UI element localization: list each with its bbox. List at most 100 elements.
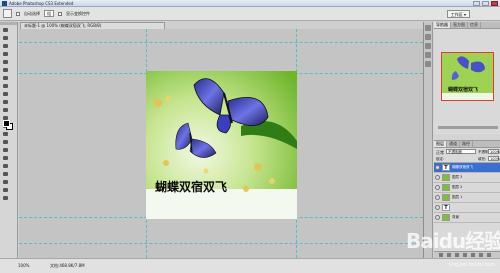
move-tool-icon[interactable]	[1, 26, 9, 33]
text-layer-thumbnail-icon: T	[442, 164, 450, 171]
options-bar: 自动选择 组 显示变换控件 工作区 ▾	[0, 7, 500, 21]
clone-stamp-tool-icon[interactable]	[1, 90, 9, 97]
layer-row[interactable]: 图层 3	[434, 173, 500, 183]
watermark-url: jingyan.baidu.com	[449, 262, 496, 268]
tab-histogram[interactable]: 直方图	[451, 22, 468, 28]
zoom-tool-icon[interactable]	[1, 194, 9, 201]
navigator-tabs: 导航器 直方图 信息	[434, 22, 500, 29]
document-canvas[interactable]: 蝴蝶双宿双飞	[146, 71, 297, 219]
photoshop-logo-icon	[2, 1, 7, 6]
status-bar: 100% 文档:468.8K/7.8M	[0, 258, 500, 273]
lasso-tool-icon[interactable]	[1, 42, 9, 49]
clone-source-panel-icon[interactable]	[425, 61, 431, 67]
guide-line	[19, 243, 423, 244]
layer-row[interactable]: 图层 1	[434, 193, 500, 203]
maximize-icon[interactable]	[482, 1, 489, 6]
visibility-eye-icon[interactable]	[435, 205, 440, 210]
layer-row[interactable]: 背景	[434, 213, 500, 223]
tools-panel	[0, 22, 18, 258]
fill-label: 填充:	[478, 157, 487, 161]
navigator-panel: 导航器 直方图 信息 蝴蝶双宿双飞	[434, 22, 500, 134]
dodge-tool-icon[interactable]	[1, 130, 9, 137]
marquee-tool-icon[interactable]	[1, 34, 9, 41]
document-tab[interactable]: 未标题-1 @ 100% (蝴蝶双宿双飞, RGB/8)	[20, 22, 165, 29]
visibility-eye-icon[interactable]	[435, 165, 440, 170]
blend-mode-label: 正常	[436, 150, 444, 155]
hand-tool-icon[interactable]	[1, 186, 9, 193]
brushes-panel-icon[interactable]	[425, 43, 431, 49]
magic-wand-tool-icon[interactable]	[1, 50, 9, 57]
layer-row[interactable]: 图层 2	[434, 183, 500, 193]
layer-thumbnail	[442, 184, 450, 191]
visibility-eye-icon[interactable]	[435, 175, 440, 180]
eyedropper-tool-icon[interactable]	[1, 178, 9, 185]
right-panel-dock: 导航器 直方图 信息 蝴蝶双宿双飞 图层 通道 路径 正常 不透明度 不透明度:	[423, 22, 500, 258]
fill-field[interactable]: 100%	[488, 156, 500, 161]
layer-name: 图层 3	[452, 175, 463, 179]
notes-tool-icon[interactable]	[1, 170, 9, 177]
close-icon[interactable]	[491, 1, 498, 6]
app-title: Adobe Photoshop CS3 Extended	[9, 1, 74, 6]
blend-mode-select[interactable]: 不透明度	[446, 149, 476, 154]
tab-layers[interactable]: 图层	[434, 141, 447, 147]
collapsed-panel-dock	[424, 22, 433, 258]
navigator-thumbnail	[442, 53, 493, 100]
tab-info[interactable]: 信息	[468, 22, 481, 28]
watermark-logo: Baidu经验	[406, 229, 500, 253]
visibility-eye-icon[interactable]	[435, 215, 440, 220]
visibility-eye-icon[interactable]	[435, 185, 440, 190]
workspace-menu-button[interactable]: 工作区 ▾	[446, 9, 470, 18]
visibility-eye-icon[interactable]	[435, 195, 440, 200]
text-layer-thumbnail-icon: T	[442, 204, 450, 211]
layer-name: 图层 2	[452, 185, 463, 189]
navigator-preview[interactable]: 蝴蝶双宿双飞	[441, 52, 494, 101]
type-tool-icon[interactable]	[1, 146, 9, 153]
artwork-caption-text: 蝴蝶双宿双飞	[155, 180, 228, 194]
foreground-color-swatch[interactable]	[3, 120, 10, 127]
navigator-zoom-slider[interactable]	[438, 126, 498, 129]
history-panel-icon[interactable]	[425, 25, 431, 31]
tab-navigator[interactable]: 导航器	[434, 22, 451, 28]
show-transform-checkbox[interactable]	[58, 11, 62, 16]
layer-thumbnail	[442, 214, 450, 221]
tab-paths[interactable]: 路径	[460, 141, 473, 147]
layer-thumbnail	[442, 174, 450, 181]
auto-select-checkbox[interactable]	[16, 11, 20, 16]
layer-thumbnail	[442, 194, 450, 201]
auto-select-target-select[interactable]: 组	[44, 10, 54, 17]
show-transform-label: 显示变换控件	[66, 10, 90, 16]
auto-select-label: 自动选择	[24, 10, 40, 16]
opacity-field[interactable]: 100%	[488, 149, 500, 154]
layer-row[interactable]: T 蝴蝶双宿双飞	[434, 163, 500, 173]
actions-panel-icon[interactable]	[425, 34, 431, 40]
layers-tabs: 图层 通道 路径	[434, 141, 500, 148]
document-size: 文档:468.8K/7.8M	[50, 263, 85, 268]
tool-presets-panel-icon[interactable]	[425, 52, 431, 58]
window-controls	[473, 1, 498, 6]
artwork-image	[146, 71, 297, 219]
brush-tool-icon[interactable]	[1, 82, 9, 89]
move-tool-preset-icon[interactable]	[3, 9, 12, 18]
lock-label: 锁定:	[436, 157, 445, 161]
layer-name: 蝴蝶双宿双飞	[452, 165, 473, 169]
tab-channels[interactable]: 通道	[447, 141, 460, 147]
eraser-tool-icon[interactable]	[1, 106, 9, 113]
title-bar: Adobe Photoshop CS3 Extended	[0, 0, 500, 7]
layer-name: 背景	[452, 215, 459, 219]
menu-bar: Adobe Photoshop CS3 Extended	[9, 0, 73, 7]
guide-line	[19, 42, 423, 43]
path-selection-tool-icon[interactable]	[1, 154, 9, 161]
layer-row[interactable]: T	[434, 203, 500, 213]
layer-options: 正常 不透明度 不透明度: 100% 锁定: 填充: 100%	[434, 148, 500, 163]
pen-tool-icon[interactable]	[1, 138, 9, 145]
crop-tool-icon[interactable]	[1, 58, 9, 65]
healing-brush-tool-icon[interactable]	[1, 74, 9, 81]
zoom-level[interactable]: 100%	[18, 263, 29, 268]
minimize-icon[interactable]	[473, 1, 480, 6]
slice-tool-icon[interactable]	[1, 66, 9, 73]
navigator-caption: 蝴蝶双宿双飞	[448, 87, 479, 93]
layer-name: 图层 1	[452, 195, 463, 199]
history-brush-tool-icon[interactable]	[1, 98, 9, 105]
tools-grip[interactable]	[0, 22, 17, 25]
shape-tool-icon[interactable]	[1, 162, 9, 169]
